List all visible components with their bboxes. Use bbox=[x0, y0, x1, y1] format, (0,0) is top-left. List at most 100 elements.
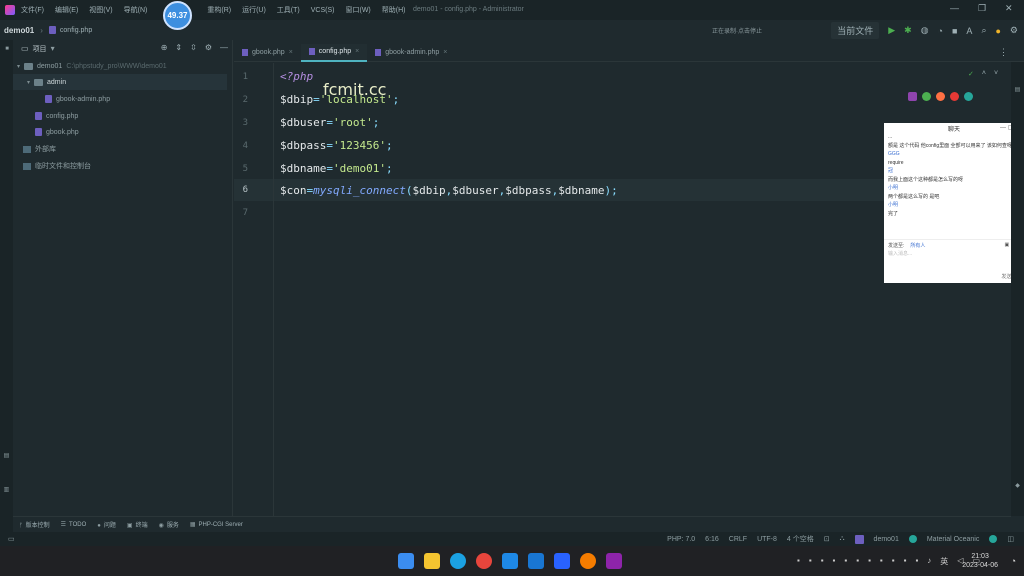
chevron-down-icon[interactable]: ▾ bbox=[51, 44, 55, 53]
windows-start-icon[interactable] bbox=[398, 553, 414, 569]
more-tabs-icon[interactable]: ⋮ bbox=[999, 47, 1008, 58]
app-icon[interactable] bbox=[580, 553, 596, 569]
tray-icon[interactable]: ▪ bbox=[892, 556, 895, 567]
menu-vcs[interactable]: VCS(S) bbox=[311, 7, 335, 14]
tencent-meeting-icon[interactable] bbox=[502, 553, 518, 569]
chevron-down-icon[interactable]: ˅ bbox=[994, 70, 998, 78]
breadcrumb-project[interactable]: demo01 bbox=[4, 26, 34, 35]
toolwindow-terminal[interactable]: ▣ 终端 bbox=[127, 520, 148, 529]
chevron-down-icon[interactable]: ▾ bbox=[17, 63, 20, 70]
status-project[interactable]: demo01 bbox=[874, 536, 899, 543]
chat-input[interactable]: 输入消息... bbox=[888, 250, 912, 257]
menu-tools[interactable]: 工具(T) bbox=[277, 5, 300, 15]
tray-icon[interactable]: ▪ bbox=[915, 556, 918, 567]
status-theme[interactable]: Material Oceanic bbox=[927, 536, 980, 543]
toolwindow-problems[interactable]: ● 问题 bbox=[97, 520, 116, 529]
opera-icon[interactable] bbox=[950, 92, 959, 101]
gear-icon[interactable]: ⚙ bbox=[205, 43, 212, 52]
recording-timer-badge[interactable]: 49.37 bbox=[163, 1, 192, 30]
tab-gbook[interactable]: gbook.php × bbox=[234, 44, 301, 62]
microphone-icon[interactable]: ♪ bbox=[927, 556, 931, 567]
status-line-separator[interactable]: CRLF bbox=[729, 536, 747, 543]
tree-item-demo01[interactable]: ▾ demo01 C:\phpstudy_pro\WWW\demo01 bbox=[17, 58, 167, 74]
locate-icon[interactable]: ⊕ bbox=[161, 43, 168, 52]
menu-refactor[interactable]: 重构(R) bbox=[207, 5, 231, 15]
database-tool-icon[interactable]: ◆ bbox=[1014, 482, 1021, 489]
close-icon[interactable]: × bbox=[289, 49, 293, 56]
menu-help[interactable]: 帮助(H) bbox=[382, 5, 406, 15]
toolwindow-services[interactable]: ◉ 服务 bbox=[159, 520, 179, 529]
code-line[interactable]: $dbuser='root'; bbox=[280, 116, 379, 129]
phpstorm-browser-icon[interactable] bbox=[908, 92, 917, 101]
tree-item-gbook-admin[interactable]: gbook-admin.php bbox=[45, 91, 110, 107]
tray-icon[interactable]: ▪ bbox=[844, 556, 847, 567]
status-php-version[interactable]: PHP: 7.0 bbox=[667, 536, 695, 543]
code-line[interactable]: $dbpass='123456'; bbox=[280, 139, 393, 152]
menu-file[interactable]: 文件(F) bbox=[21, 5, 44, 15]
status-encoding[interactable]: UTF-8 bbox=[757, 536, 777, 543]
chrome-icon[interactable] bbox=[476, 553, 492, 569]
firefox-icon[interactable] bbox=[936, 92, 945, 101]
checkmark-icon[interactable]: ✓ bbox=[968, 70, 974, 78]
tray-icon[interactable]: ▪ bbox=[856, 556, 859, 567]
search-icon[interactable]: ⌕ bbox=[981, 25, 986, 36]
coverage-icon[interactable]: ◍ bbox=[921, 25, 929, 36]
profile-icon[interactable]: ◔ bbox=[938, 26, 943, 36]
app-icon[interactable] bbox=[528, 553, 544, 569]
tree-item-external-libs[interactable]: 外部库 bbox=[23, 141, 56, 157]
run-icon[interactable]: ▶ bbox=[888, 25, 895, 36]
chrome-icon[interactable] bbox=[922, 92, 931, 101]
menu-view[interactable]: 视图(V) bbox=[89, 5, 112, 15]
notification-center-icon[interactable]: ◔ bbox=[1011, 556, 1016, 566]
lock-icon[interactable]: ⊡ bbox=[824, 535, 830, 543]
settings-icon[interactable]: ⚙ bbox=[1010, 25, 1018, 36]
minimize-icon[interactable]: — bbox=[950, 3, 959, 13]
ime-indicator[interactable]: 英 bbox=[940, 556, 948, 567]
phpstorm-icon[interactable] bbox=[606, 553, 622, 569]
recorder-status[interactable]: 正在录制·点击停止 bbox=[712, 26, 762, 35]
menu-window[interactable]: 窗口(W) bbox=[345, 5, 370, 15]
status-caret-position[interactable]: 6:16 bbox=[705, 536, 719, 543]
status-indent[interactable]: 4 个空格 bbox=[787, 534, 814, 544]
notifications-tool-icon[interactable]: ▤ bbox=[1014, 86, 1021, 93]
project-tool-icon[interactable]: ■ bbox=[3, 46, 10, 52]
structure-tool-icon[interactable]: ▤ bbox=[3, 452, 10, 459]
debug-icon[interactable]: ✱ bbox=[904, 25, 912, 36]
toolwindow-vcs[interactable]: ᚠ 版本控制 bbox=[19, 520, 50, 529]
taskbar-clock[interactable]: 21:03 2023-04-06 bbox=[962, 552, 998, 570]
menu-run[interactable]: 运行(U) bbox=[242, 5, 266, 15]
notification-icon[interactable]: ◫ bbox=[1007, 535, 1014, 543]
tree-item-admin[interactable]: ▾ admin bbox=[13, 74, 227, 90]
tree-item-scratches[interactable]: 临时文件和控制台 bbox=[23, 158, 91, 174]
tray-icon[interactable]: ▪ bbox=[904, 556, 907, 567]
close-icon[interactable]: × bbox=[355, 48, 359, 55]
toolwindow-todo[interactable]: ☰ TODO bbox=[61, 521, 87, 528]
close-icon[interactable]: ✕ bbox=[1005, 3, 1013, 14]
close-icon[interactable]: × bbox=[443, 49, 447, 56]
bookmarks-tool-icon[interactable]: ▥ bbox=[3, 486, 10, 493]
tray-icon[interactable]: ▪ bbox=[809, 556, 812, 567]
edge-icon[interactable] bbox=[450, 553, 466, 569]
stop-icon[interactable]: ■ bbox=[952, 26, 957, 36]
hide-icon[interactable]: — bbox=[220, 43, 228, 52]
project-panel-title[interactable]: 项目 bbox=[33, 44, 47, 54]
code-line[interactable]: $dbname='demo01'; bbox=[280, 162, 393, 175]
tray-icon[interactable]: ▪ bbox=[868, 556, 871, 567]
chevron-up-icon[interactable]: ˄ bbox=[982, 70, 986, 78]
toolwindow-php-cgi[interactable]: ▦ PHP-CGI Server bbox=[190, 521, 243, 528]
file-explorer-icon[interactable] bbox=[424, 553, 440, 569]
expand-all-icon[interactable]: ⇕ bbox=[175, 43, 182, 52]
menu-edit[interactable]: 编辑(E) bbox=[55, 5, 78, 15]
tray-icon[interactable]: ▪ bbox=[821, 556, 824, 567]
tray-icon[interactable]: ▪ bbox=[797, 556, 800, 567]
code-line[interactable]: <?php bbox=[280, 70, 313, 83]
layout-icon[interactable]: ▭ bbox=[8, 535, 15, 543]
translate-icon[interactable]: A bbox=[966, 26, 972, 36]
send-to-select[interactable]: 所有人 bbox=[910, 242, 925, 249]
tab-config[interactable]: config.php × bbox=[300, 43, 368, 62]
tray-icon[interactable]: ▪ bbox=[833, 556, 836, 567]
chevron-down-icon[interactable]: ▾ bbox=[27, 79, 30, 86]
run-config-select[interactable]: 当前文件 bbox=[831, 22, 880, 39]
tree-item-config[interactable]: config.php bbox=[35, 108, 78, 124]
edge-icon[interactable] bbox=[964, 92, 973, 101]
